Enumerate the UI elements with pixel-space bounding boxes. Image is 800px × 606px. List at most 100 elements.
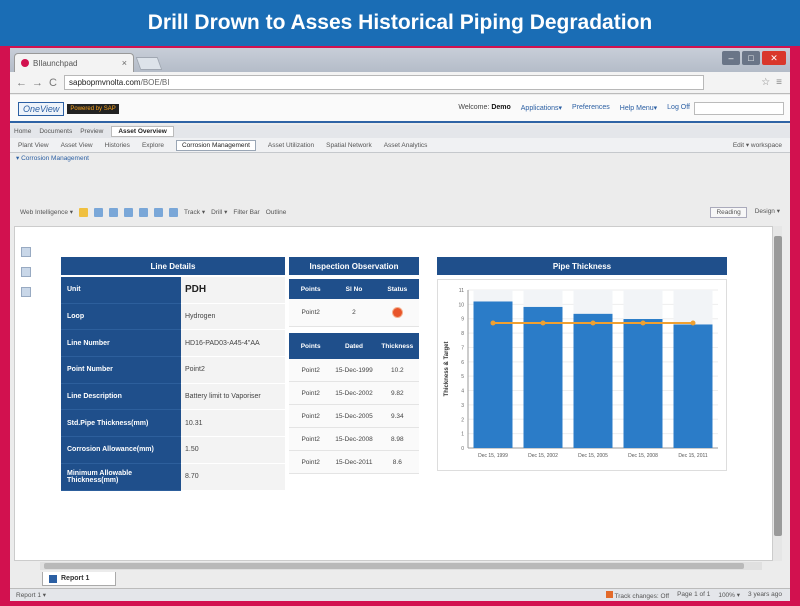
- tab-home[interactable]: Home: [14, 128, 31, 135]
- y-tick-label: 10: [458, 302, 464, 308]
- col-dated: Dated: [344, 342, 364, 350]
- open-icon[interactable]: [79, 207, 89, 217]
- star-icon[interactable]: ☆: [761, 77, 770, 88]
- line-detail-key: Loop: [61, 303, 181, 331]
- navigation-map-icon[interactable]: [21, 247, 31, 257]
- close-window-button[interactable]: ✕: [762, 51, 786, 65]
- line-detail-value: HD16-PAD03-A45-4"AA: [181, 330, 285, 358]
- horizontal-scrollbar[interactable]: [40, 562, 762, 570]
- status-bar: Report 1 ▾ Track changes: Off Page 1 of …: [10, 588, 790, 601]
- track-menu[interactable]: Track ▾: [184, 208, 205, 216]
- data-icon[interactable]: [21, 287, 31, 297]
- thickness-cell-date: 15-Dec-1999: [335, 366, 373, 374]
- pipe-thickness-panel: Pipe Thickness 0 1 2 3 4 5 6 7 8 9 10 11 Thickness &…: [437, 257, 727, 471]
- table-row: Minimum Allowable Thickness(mm) 8.70: [61, 463, 285, 491]
- thickness-cell-val: 10.2: [390, 366, 404, 374]
- observation-table: Points Sl No Status Point2 2: [289, 279, 419, 327]
- drill-menu[interactable]: Drill ▾: [211, 208, 227, 216]
- side-panel-icons: [21, 247, 33, 297]
- app-logo: OneView Powered by SAP: [18, 101, 119, 117]
- filter-bar-button[interactable]: Filter Bar: [233, 209, 259, 216]
- vertical-scroll-thumb[interactable]: [774, 236, 782, 536]
- track-changes-icon: [605, 590, 613, 598]
- line-detail-value: Point2: [181, 357, 285, 384]
- x-tick-label: Dec 15, 2008: [628, 453, 658, 459]
- tab-plant-view[interactable]: Plant View: [18, 142, 49, 149]
- line-detail-value: PDH: [181, 277, 285, 304]
- report-selector[interactable]: Report 1 ▾: [16, 591, 46, 599]
- maximize-button[interactable]: □: [742, 51, 760, 65]
- tab-asset-view[interactable]: Asset View: [61, 142, 93, 149]
- web-intelligence-menu[interactable]: Web Intelligence ▾: [20, 208, 73, 216]
- print-icon[interactable]: [109, 207, 119, 217]
- zoom-select[interactable]: 100% ▾: [718, 591, 740, 600]
- x-tick-label: Dec 15, 2005: [578, 453, 608, 459]
- minimize-button[interactable]: –: [722, 51, 740, 65]
- line-detail-key: Point Number: [61, 357, 181, 384]
- report-icon: [49, 574, 57, 583]
- save-icon[interactable]: [94, 207, 104, 217]
- y-tick-label: 2: [461, 417, 464, 423]
- tab-asset-utilization[interactable]: Asset Utilization: [268, 142, 314, 149]
- reading-mode-button[interactable]: Reading: [710, 206, 747, 218]
- report-toolbar: Web Intelligence ▾ Track ▾ Drill ▾ Filte…: [20, 203, 780, 221]
- undo-icon[interactable]: [139, 207, 149, 217]
- line-detail-key: Unit: [61, 277, 181, 304]
- tab-corrosion-management[interactable]: Corrosion Management: [175, 139, 256, 151]
- horizontal-scroll-thumb[interactable]: [44, 563, 744, 569]
- tab-spatial-network[interactable]: Spatial Network: [326, 142, 372, 149]
- close-tab-icon[interactable]: ×: [122, 58, 127, 68]
- tab-histories[interactable]: Histories: [105, 142, 130, 149]
- forward-icon[interactable]: →: [32, 77, 43, 89]
- vertical-scrollbar[interactable]: [772, 226, 782, 561]
- favicon-icon: [21, 59, 29, 67]
- refresh-icon[interactable]: [169, 207, 179, 217]
- y-tick-label: 8: [461, 331, 464, 337]
- y-tick-label: 4: [461, 389, 464, 395]
- breadcrumb[interactable]: ▾ Corrosion Management: [16, 154, 89, 162]
- target-point: [590, 320, 596, 326]
- tab-asset-analytics[interactable]: Asset Analytics: [384, 142, 428, 149]
- track-changes: Track changes: Off: [605, 590, 669, 600]
- menu-logoff[interactable]: Log Off: [667, 104, 690, 112]
- target-point: [690, 320, 696, 326]
- url-input[interactable]: sapbopmvnolta.com/BOE/BI: [64, 75, 704, 90]
- line-details-title: Line Details: [61, 257, 285, 275]
- table-row: Loop Hydrogen: [61, 303, 285, 331]
- browser-actions: ☆ ≡: [761, 77, 782, 88]
- menu-icon[interactable]: ≡: [776, 77, 782, 88]
- pipe-thickness-title: Pipe Thickness: [437, 257, 727, 275]
- bar: [673, 324, 713, 448]
- input-controls-icon[interactable]: [21, 267, 31, 277]
- y-tick-label: 7: [461, 345, 464, 351]
- edit-workspace-button[interactable]: Edit ▾ workspace: [733, 141, 782, 149]
- thickness-cell-val: 9.34: [390, 412, 404, 420]
- report-tab[interactable]: Report 1: [42, 572, 116, 586]
- y-tick-label: 9: [461, 317, 464, 323]
- x-tick-label: Dec 15, 2011: [678, 453, 708, 459]
- reload-icon[interactable]: C: [48, 77, 58, 89]
- browser-tab[interactable]: BIlaunchpad ×: [14, 53, 134, 72]
- tab-asset-overview[interactable]: Asset Overview: [111, 126, 174, 137]
- tab-explore[interactable]: Explore: [142, 142, 164, 149]
- view-mode: Reading Design ▾: [710, 206, 780, 218]
- menu-applications[interactable]: Applications▾: [521, 104, 562, 112]
- tab-preview[interactable]: Preview: [80, 128, 103, 135]
- url-path: /BOE/BI: [140, 78, 170, 87]
- back-icon[interactable]: ←: [16, 77, 27, 89]
- status-alert-icon: [392, 308, 402, 317]
- line-detail-value: Battery limit to Vaporiser: [181, 383, 285, 411]
- tab-documents[interactable]: Documents: [39, 128, 72, 135]
- menu-help[interactable]: Help Menu▾: [620, 104, 657, 112]
- outline-button[interactable]: Outline: [266, 209, 287, 216]
- report-tab-label: Report 1: [61, 575, 90, 582]
- table-row: Corrosion Allowance(mm) 1.50: [61, 437, 285, 464]
- find-icon[interactable]: [124, 207, 134, 217]
- menu-preferences[interactable]: Preferences: [572, 104, 610, 112]
- browser-tab-title: BIlaunchpad: [33, 58, 78, 68]
- line-details-panel: Line Details Unit PDH Loop Hydrogen Line Num…: [61, 257, 285, 491]
- new-tab-button[interactable]: [135, 57, 163, 70]
- search-input[interactable]: [694, 102, 784, 115]
- design-mode-button[interactable]: Design ▾: [755, 207, 780, 218]
- redo-icon[interactable]: [154, 207, 164, 217]
